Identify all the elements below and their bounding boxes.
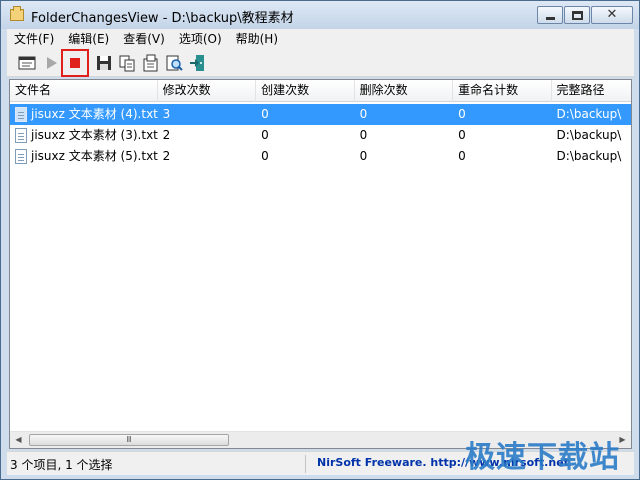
table-row[interactable]: jisuxz 文本素材 (3).txt 2 0 0 0 D:\backup\: [10, 125, 631, 146]
properties-window-button[interactable]: [17, 53, 37, 73]
menu-options[interactable]: 选项(O): [172, 29, 229, 49]
site-watermark: 极速下载站: [465, 440, 620, 475]
maximize-icon: [572, 11, 583, 20]
play-icon: [47, 57, 57, 69]
column-header-modified[interactable]: 修改次数: [158, 80, 257, 102]
folder-app-icon: [10, 6, 24, 21]
cell-renamed: 0: [458, 107, 466, 121]
cell-fullpath: D:\backup\: [556, 128, 622, 142]
window-controls: ✕: [536, 6, 633, 24]
cell-deleted: 0: [359, 107, 368, 121]
cell-deleted: 0: [359, 128, 368, 142]
exit-icon: [190, 55, 204, 71]
menu-bar: 文件(F) 编辑(E) 查看(V) 选项(O) 帮助(H): [7, 29, 634, 49]
column-header-filename[interactable]: 文件名: [10, 80, 158, 102]
filename-text: jisuxz 文本素材 (3).txt: [31, 128, 158, 142]
file-list-view[interactable]: 文件名 修改次数 创建次数 删除次数 重命名计数 完整路径 jisuxz 文本素…: [9, 79, 632, 449]
cell-filename: jisuxz 文本素材 (4).txt: [10, 104, 158, 125]
stop-monitoring-button[interactable]: [65, 53, 85, 73]
copy-icon: [119, 55, 135, 72]
app-window: FolderChangesView - D:\backup\教程素材 ✕ 文件(…: [0, 0, 640, 480]
table-row[interactable]: jisuxz 文本素材 (5).txt 2 0 0 0 D:\backup\: [10, 146, 631, 167]
toolbar: [7, 49, 634, 77]
cell-renamed: 0: [458, 128, 466, 142]
list-body: jisuxz 文本素材 (4).txt 3 0 0 0 D:\backup\ j…: [10, 104, 631, 167]
cell-modified: 3: [162, 107, 171, 121]
menu-view[interactable]: 查看(V): [116, 29, 172, 49]
minimize-icon: [546, 17, 555, 20]
cell-filename: jisuxz 文本素材 (3).txt: [10, 125, 158, 146]
table-row[interactable]: jisuxz 文本素材 (4).txt 3 0 0 0 D:\backup\: [10, 104, 631, 125]
text-file-icon: [15, 107, 27, 122]
cell-fullpath: D:\backup\: [556, 107, 622, 121]
cell-filename: jisuxz 文本素材 (5).txt: [10, 146, 158, 167]
html-report-icon: [143, 54, 158, 72]
save-icon: [97, 56, 111, 70]
html-report-button[interactable]: [140, 53, 160, 73]
copy-button[interactable]: [117, 53, 137, 73]
scroll-left-icon[interactable]: ◀: [10, 432, 27, 448]
cell-created: 0: [261, 128, 269, 142]
scrollbar-thumb[interactable]: Ⅲ: [29, 434, 229, 446]
cell-fullpath: D:\backup\: [556, 149, 622, 163]
menu-file[interactable]: 文件(F): [7, 29, 61, 49]
start-monitoring-button[interactable]: [41, 53, 61, 73]
column-header-created[interactable]: 创建次数: [256, 80, 355, 102]
stop-icon: [70, 58, 80, 68]
menu-help[interactable]: 帮助(H): [229, 29, 285, 49]
cell-modified: 2: [162, 128, 171, 142]
cell-created: 0: [261, 149, 269, 163]
title-bar[interactable]: FolderChangesView - D:\backup\教程素材 ✕: [1, 1, 639, 29]
maximize-button[interactable]: [564, 6, 590, 24]
window-title: FolderChangesView - D:\backup\教程素材: [31, 11, 294, 26]
find-icon: [166, 55, 183, 71]
exit-button[interactable]: [187, 53, 207, 73]
find-button[interactable]: [164, 53, 184, 73]
text-file-icon: [15, 149, 27, 164]
column-header-deleted[interactable]: 删除次数: [355, 80, 454, 102]
list-header: 文件名 修改次数 创建次数 删除次数 重命名计数 完整路径: [10, 80, 631, 102]
minimize-button[interactable]: [537, 6, 563, 24]
column-header-fullpath[interactable]: 完整路径: [552, 80, 631, 102]
close-button[interactable]: ✕: [591, 6, 633, 24]
cell-created: 0: [261, 107, 269, 121]
filename-text: jisuxz 文本素材 (4).txt: [31, 107, 158, 121]
text-file-icon: [15, 128, 27, 143]
cell-deleted: 0: [359, 149, 368, 163]
column-header-renamed[interactable]: 重命名计数: [453, 80, 552, 102]
save-button[interactable]: [94, 53, 114, 73]
filename-text: jisuxz 文本素材 (5).txt: [31, 149, 158, 163]
status-divider: [305, 455, 306, 473]
menu-edit[interactable]: 编辑(E): [61, 29, 116, 49]
close-icon: ✕: [606, 7, 618, 22]
cell-renamed: 0: [458, 149, 466, 163]
cell-modified: 2: [162, 149, 171, 163]
status-item-count: 3 个项目, 1 个选择: [10, 458, 113, 472]
properties-window-icon: [18, 56, 36, 70]
